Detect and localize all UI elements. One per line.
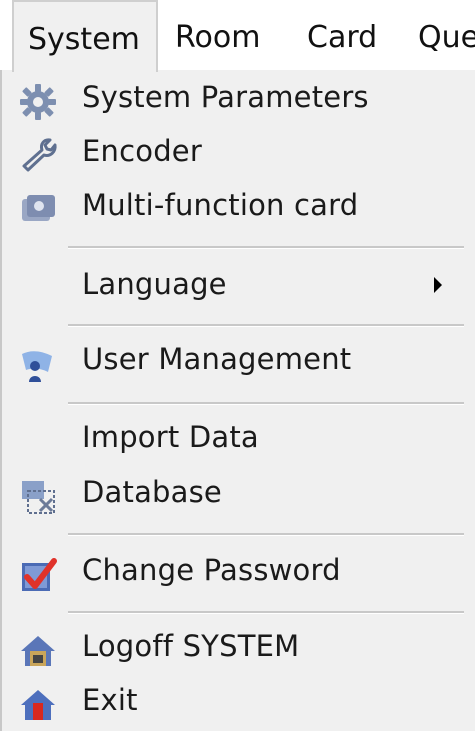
system-dropdown-menu: System Parameters Encoder Multi-function…: [0, 70, 475, 731]
checkmark-icon: [18, 555, 58, 595]
house-lock-icon: [18, 631, 58, 671]
house-exit-icon: [18, 685, 58, 725]
menu-bar: System Room Card Que: [0, 0, 475, 72]
menu-item-label: Multi-function card: [82, 188, 359, 222]
wrench-icon: [18, 136, 58, 176]
menu-item-label: Encoder: [82, 134, 202, 168]
menu-item-exit[interactable]: Exit: [2, 679, 475, 729]
submenu-arrow-icon: [434, 277, 442, 293]
menu-item-user-management[interactable]: User Management: [2, 338, 475, 388]
menu-separator: [68, 246, 464, 249]
menu-item-database[interactable]: Database: [2, 471, 475, 521]
menu-item-label: Exit: [82, 683, 138, 717]
menu-item-label: Change Password: [82, 553, 341, 587]
menu-item-change-password[interactable]: Change Password: [2, 549, 475, 599]
menu-item-logoff-system[interactable]: Logoff SYSTEM: [2, 625, 475, 675]
menubar-item-query[interactable]: Que: [418, 0, 475, 70]
gear-icon: [18, 82, 58, 122]
menu-item-label: Database: [82, 475, 222, 509]
menubar-item-card[interactable]: Card: [307, 0, 377, 70]
cards-icon: [18, 190, 58, 230]
menubar-item-room[interactable]: Room: [175, 0, 260, 70]
menu-item-label: User Management: [82, 342, 352, 376]
menu-separator: [68, 402, 464, 405]
user-icon: [18, 344, 58, 384]
menu-item-label: Import Data: [82, 420, 259, 454]
menu-item-multi-function-card[interactable]: Multi-function card: [2, 184, 475, 234]
menu-separator: [68, 611, 464, 614]
database-icon: [18, 477, 58, 517]
menu-item-label: Logoff SYSTEM: [82, 629, 300, 663]
menu-separator: [68, 533, 464, 536]
menu-item-system-parameters[interactable]: System Parameters: [2, 76, 475, 126]
menubar-item-system[interactable]: System: [12, 0, 158, 72]
menu-item-label: Language: [82, 267, 227, 301]
menu-item-language[interactable]: Language: [2, 263, 475, 313]
menu-item-label: System Parameters: [82, 80, 369, 114]
menu-item-encoder[interactable]: Encoder: [2, 130, 475, 180]
menu-separator: [68, 324, 464, 327]
menu-item-import-data[interactable]: Import Data: [2, 416, 475, 466]
